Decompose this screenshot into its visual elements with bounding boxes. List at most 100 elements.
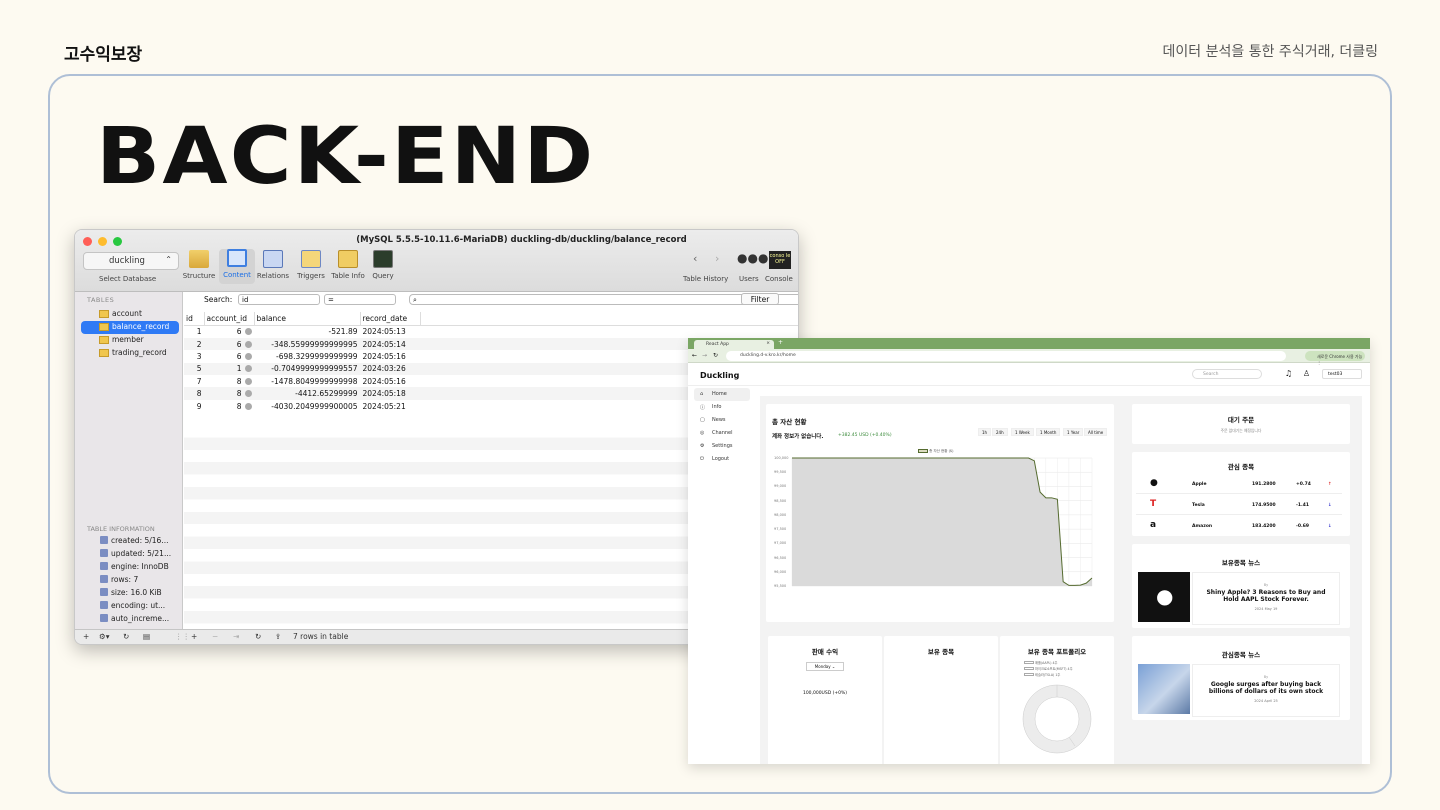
column-header[interactable]: id xyxy=(184,312,205,326)
cell[interactable]: 6 xyxy=(204,337,254,351)
period-select[interactable]: Monday ⌄ xyxy=(806,662,844,671)
range-alltime-button[interactable]: All time xyxy=(1084,428,1108,436)
cell[interactable]: 7 xyxy=(184,375,204,387)
cell[interactable]: 8 xyxy=(204,400,254,412)
table-item-member[interactable]: member xyxy=(75,334,182,347)
cell[interactable]: -348.55999999999995 xyxy=(254,337,360,351)
forward-arrow-icon[interactable]: → xyxy=(702,352,707,359)
cell[interactable]: -698.3299999999999 xyxy=(254,350,360,362)
cell[interactable]: 2 xyxy=(184,337,204,351)
filter-toggle-icon[interactable]: ▤ xyxy=(143,632,150,641)
range-24h-button[interactable]: 24h xyxy=(992,428,1008,436)
nav-item-news[interactable]: ▢ News xyxy=(688,414,756,427)
bell-icon[interactable]: ♫ xyxy=(1285,369,1292,378)
duckling-logo[interactable]: Duckling xyxy=(700,371,739,380)
foreign-key-arrow-icon[interactable] xyxy=(244,402,252,410)
refresh-icon[interactable]: ↻ xyxy=(123,632,129,641)
foreign-key-arrow-icon[interactable] xyxy=(244,352,252,360)
filter-button[interactable]: Filter xyxy=(741,293,779,305)
cell[interactable]: -521.89 xyxy=(254,326,360,338)
cell[interactable]: 2024:05:18 xyxy=(360,387,420,400)
nav-item-logout[interactable]: ⏻ Logout xyxy=(688,453,756,466)
console-icon[interactable]: conso le OFF xyxy=(769,251,791,269)
cell[interactable]: -1478.8049999999998 xyxy=(254,375,360,387)
cell[interactable]: -0.7049999999999557 xyxy=(254,362,360,376)
cell[interactable]: 1 xyxy=(204,362,254,376)
content-button[interactable]: Content xyxy=(219,249,255,284)
column-header[interactable]: balance xyxy=(254,312,361,326)
cell[interactable]: 8 xyxy=(204,387,254,400)
reload-icon[interactable]: ↻ xyxy=(713,352,718,359)
table-item-trading-record[interactable]: trading_record xyxy=(75,347,182,360)
delete-row-icon[interactable]: − xyxy=(212,632,218,641)
table-row[interactable]: 1 6 -521.89 2024:05:13 xyxy=(184,326,798,338)
add-row-icon[interactable]: + xyxy=(191,632,197,641)
cell[interactable]: 1 xyxy=(184,326,204,338)
database-select[interactable]: duckling ⌃ xyxy=(83,252,179,270)
watchlist-row[interactable]: ● Apple 191.2800 +0.74 ↑ xyxy=(1136,474,1342,494)
cell[interactable]: 2024:05:16 xyxy=(360,350,420,362)
cell[interactable]: 2024:03:26 xyxy=(360,362,420,376)
back-arrow-icon[interactable]: ← xyxy=(692,352,697,359)
new-tab-icon[interactable]: + xyxy=(778,339,783,346)
range-1year-button[interactable]: 1 Year xyxy=(1063,428,1084,436)
history-back-icon[interactable]: ‹ xyxy=(693,252,697,265)
cell[interactable]: 8 xyxy=(204,375,254,387)
cell[interactable]: 3 xyxy=(184,350,204,362)
structure-button[interactable]: Structure xyxy=(181,250,217,280)
nav-item-info[interactable]: ⓘ Info xyxy=(688,401,756,414)
table-icon xyxy=(99,323,109,331)
search-field-select[interactable]: id xyxy=(238,294,320,305)
export-icon[interactable]: ⇪ xyxy=(275,632,281,641)
asset-subtitle: 계좌 정보가 없습니다. xyxy=(772,434,824,440)
news-item[interactable]: ● By Shiny Apple? 3 Reasons to Buy and H… xyxy=(1138,572,1340,625)
browser-tab[interactable]: React App × xyxy=(694,340,774,349)
column-header[interactable]: record_date xyxy=(360,312,421,326)
history-forward-icon[interactable]: › xyxy=(715,252,719,265)
table-item-balance-record[interactable]: balance_record xyxy=(81,321,179,334)
range-1month-button[interactable]: 1 Month xyxy=(1036,428,1061,436)
nav-item-home[interactable]: ⌂ Home xyxy=(694,388,750,401)
range-1h-button[interactable]: 1h xyxy=(978,428,992,436)
cell[interactable]: 2024:05:21 xyxy=(360,400,420,412)
cell[interactable]: -4030.2049999900005 xyxy=(254,400,360,412)
cell[interactable]: 5 xyxy=(184,362,204,376)
foreign-key-arrow-icon[interactable] xyxy=(244,365,252,373)
query-button[interactable]: Query xyxy=(365,250,401,280)
table-item-account[interactable]: account xyxy=(75,308,182,321)
chrome-update-button[interactable]: 새로운 Chrome 사용 가능 ⋮ xyxy=(1305,351,1365,365)
foreign-key-arrow-icon[interactable] xyxy=(244,390,252,398)
user-select[interactable]: test03 xyxy=(1322,369,1362,379)
close-tab-icon[interactable]: × xyxy=(766,341,770,346)
relations-button[interactable]: Relations xyxy=(255,250,291,280)
foreign-key-arrow-icon[interactable] xyxy=(244,340,252,348)
nav-item-channel[interactable]: ◎ Channel xyxy=(688,427,756,440)
range-1week-button[interactable]: 1 Week xyxy=(1011,428,1034,436)
cell[interactable]: 2024:05:13 xyxy=(360,326,420,338)
cell[interactable]: 9 xyxy=(184,400,204,412)
cell[interactable]: 2024:05:14 xyxy=(360,337,420,351)
nav-item-settings[interactable]: ⚙ Settings xyxy=(688,440,756,453)
table-info-button[interactable]: Table Info xyxy=(330,250,366,280)
cell[interactable]: 2024:05:16 xyxy=(360,375,420,387)
cell[interactable]: 8 xyxy=(184,387,204,400)
search-input[interactable]: Search xyxy=(1192,369,1262,379)
url-field[interactable]: duckling.d-v.kro.kr/home xyxy=(726,351,1286,361)
watchlist-row[interactable]: T Tesla 174.9500 -1.41 ↓ xyxy=(1136,495,1342,515)
triggers-button[interactable]: Triggers xyxy=(293,250,329,280)
cell[interactable]: 6 xyxy=(204,326,254,338)
cell[interactable]: 6 xyxy=(204,350,254,362)
search-operator-select[interactable]: = xyxy=(324,294,396,305)
gear-icon[interactable]: ⚙▾ xyxy=(99,632,110,641)
column-header[interactable]: account_id xyxy=(204,312,255,326)
users-button[interactable]: ●●● xyxy=(737,251,768,265)
foreign-key-arrow-icon[interactable] xyxy=(244,377,252,385)
add-table-icon[interactable]: + xyxy=(83,632,89,641)
cell[interactable]: -4412.65299999 xyxy=(254,387,360,400)
foreign-key-arrow-icon[interactable] xyxy=(244,328,252,336)
duplicate-row-icon[interactable]: ⇥ xyxy=(233,632,239,641)
watchlist-row[interactable]: a Amazon 183.4200 -0.69 ↓ xyxy=(1136,516,1342,536)
news-item[interactable]: By Google surges after buying back billi… xyxy=(1138,664,1340,717)
user-icon[interactable]: ♙ xyxy=(1303,369,1310,378)
reload-table-icon[interactable]: ↻ xyxy=(255,632,261,641)
